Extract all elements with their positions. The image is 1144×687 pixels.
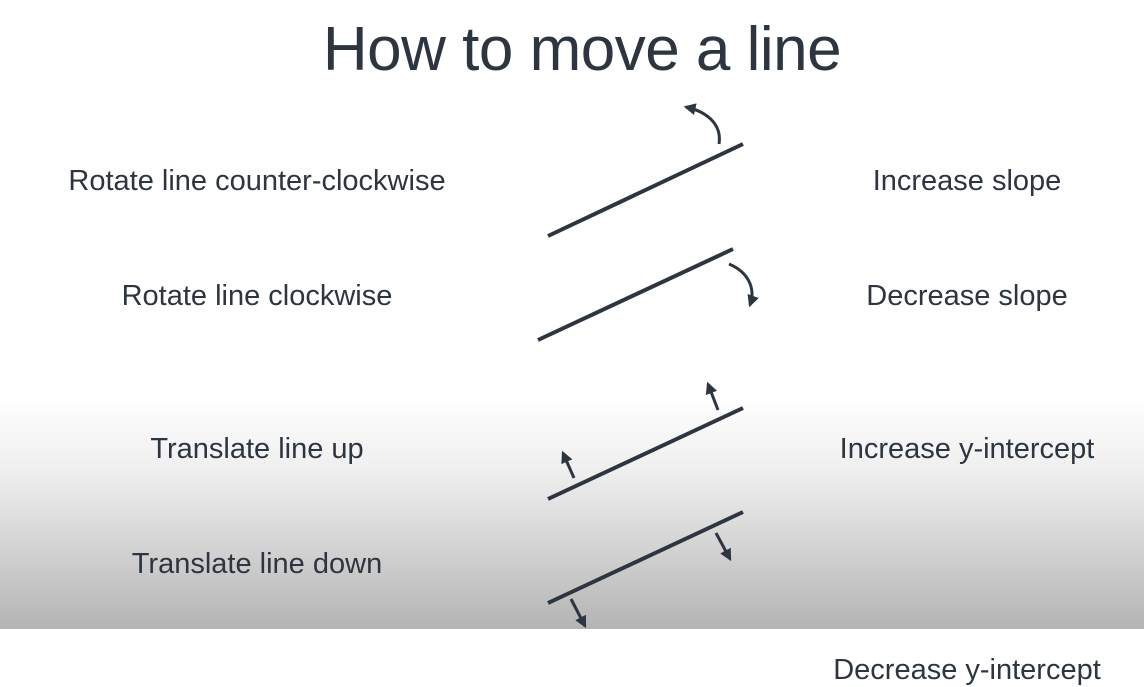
label-decrease-y-intercept: Decrease y-intercept [833, 654, 1101, 686]
up-arrow-icon [561, 450, 576, 479]
counter-clockwise-arrow-icon [683, 103, 721, 145]
down-arrow-icon [569, 598, 587, 629]
line-translate-up [547, 406, 744, 501]
line-translate-down [547, 510, 744, 605]
up-arrow-icon [705, 381, 720, 411]
line-diagram [537, 103, 759, 629]
line-rotate-cw [537, 247, 734, 342]
down-arrow-icon [714, 532, 732, 562]
clockwise-arrow-icon [728, 262, 759, 308]
line-rotate-ccw [547, 142, 744, 238]
